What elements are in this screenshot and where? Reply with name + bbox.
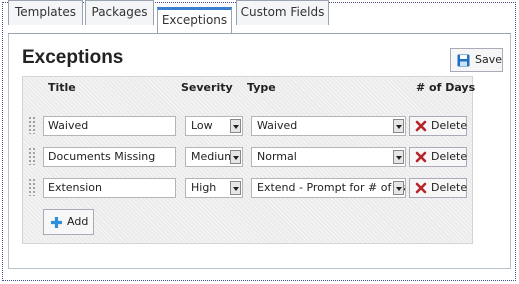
delete-label: Delete xyxy=(431,181,468,194)
type-value: Normal xyxy=(257,150,297,163)
delete-x-icon xyxy=(415,120,427,132)
delete-x-icon xyxy=(415,151,427,163)
tab-custom-fields[interactable]: Custom Fields xyxy=(236,0,329,25)
chevron-down-icon[interactable] xyxy=(230,150,241,164)
plus-icon xyxy=(51,217,62,228)
severity-value: High xyxy=(191,181,217,194)
save-button[interactable]: Save xyxy=(450,48,503,72)
type-select[interactable]: Extend - Prompt for # of Days xyxy=(251,178,406,198)
chevron-down-icon[interactable] xyxy=(393,119,404,133)
chevron-down-icon[interactable] xyxy=(393,150,404,164)
type-select[interactable]: Normal xyxy=(251,147,406,167)
add-button[interactable]: Add xyxy=(43,209,94,235)
save-label: Save xyxy=(475,53,503,66)
add-label: Add xyxy=(67,215,89,228)
column-header-title: Title xyxy=(48,81,76,94)
chevron-down-icon[interactable] xyxy=(230,181,241,195)
delete-x-icon xyxy=(415,182,427,194)
type-select[interactable]: Waived xyxy=(251,116,406,136)
severity-value: Medium xyxy=(191,150,235,163)
chevron-down-icon[interactable] xyxy=(393,181,404,195)
column-header-days: # of Days xyxy=(416,81,476,94)
column-header-severity: Severity xyxy=(181,81,233,94)
column-header-type: Type xyxy=(247,81,276,94)
floppy-disk-icon xyxy=(457,54,470,67)
severity-value: Low xyxy=(191,119,213,132)
delete-label: Delete xyxy=(431,150,468,163)
severity-select[interactable]: Low xyxy=(185,116,243,136)
title-field[interactable]: Extension xyxy=(43,178,176,198)
severity-select[interactable]: Medium xyxy=(185,147,243,167)
title-field[interactable]: Waived xyxy=(43,116,176,136)
type-value: Waived xyxy=(257,119,298,132)
tab-templates[interactable]: Templates xyxy=(8,0,83,25)
tab-packages[interactable]: Packages xyxy=(85,0,154,25)
severity-select[interactable]: High xyxy=(185,178,243,198)
delete-button[interactable]: Delete xyxy=(409,116,467,136)
tab-exceptions[interactable]: Exceptions xyxy=(157,7,232,33)
drag-handle-icon[interactable] xyxy=(28,178,36,196)
type-value: Extend - Prompt for # of Days xyxy=(257,181,406,194)
drag-handle-icon[interactable] xyxy=(28,116,36,134)
page-title: Exceptions xyxy=(22,47,124,68)
drag-handle-icon[interactable] xyxy=(28,147,36,165)
delete-button[interactable]: Delete xyxy=(409,178,467,198)
delete-label: Delete xyxy=(431,119,468,132)
delete-button[interactable]: Delete xyxy=(409,147,467,167)
title-field[interactable]: Documents Missing xyxy=(43,147,176,167)
chevron-down-icon[interactable] xyxy=(230,119,241,133)
